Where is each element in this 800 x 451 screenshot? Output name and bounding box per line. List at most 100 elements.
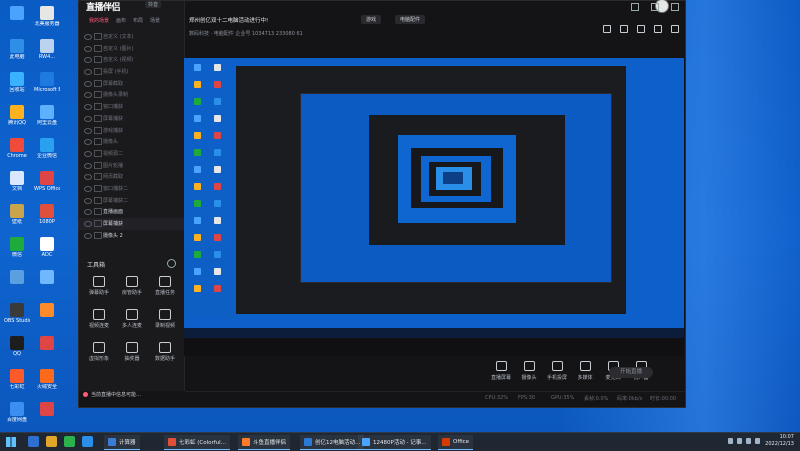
eye-icon[interactable] xyxy=(84,174,92,181)
desktop-icon[interactable] xyxy=(34,303,60,318)
desktop-icon[interactable]: 北美服务器 xyxy=(34,6,60,27)
scene-item[interactable]: 图片轮播 xyxy=(79,160,184,172)
tool-chat[interactable]: 弹幕助手 xyxy=(83,276,115,296)
eye-icon[interactable] xyxy=(84,221,92,227)
eye-icon[interactable] xyxy=(84,127,92,134)
scene-item[interactable]: 摄像头 xyxy=(79,136,184,148)
desktop-icon[interactable]: Microsoft Edge xyxy=(34,72,60,93)
tool-task[interactable]: 直播任务 xyxy=(149,276,181,296)
taskbar-edge-icon[interactable] xyxy=(82,436,93,447)
tool-avatar[interactable]: 虚拟形象 xyxy=(83,342,115,362)
eye-icon[interactable] xyxy=(84,185,92,192)
desktop-icon[interactable]: ADC xyxy=(34,237,60,258)
eye-icon[interactable] xyxy=(84,209,92,216)
scene-item[interactable]: 自定义 (图片) xyxy=(79,43,184,55)
desktop-icon[interactable]: 壁纸 xyxy=(4,204,30,225)
tool-group[interactable]: 多人连麦 xyxy=(116,309,148,329)
tab-my-scenes[interactable]: 我的场景 xyxy=(89,17,109,27)
desktop-icon[interactable]: 七彩虹 xyxy=(4,369,30,390)
scene-item[interactable]: 屏幕截取 xyxy=(79,78,184,90)
taskbar-app[interactable]: Office xyxy=(438,435,474,450)
scene-item[interactable]: 屏幕捕获二 xyxy=(79,195,184,207)
desktop-icon[interactable]: RW4... xyxy=(34,39,60,60)
maximize-icon[interactable] xyxy=(651,3,659,11)
desktop-icon[interactable] xyxy=(34,336,60,351)
tool-gift[interactable]: 抽奖器 xyxy=(116,342,148,362)
desktop-icon[interactable] xyxy=(34,270,60,285)
eye-icon[interactable] xyxy=(84,34,92,40)
tray-ime-icon[interactable] xyxy=(746,438,751,444)
scene-item[interactable]: 视频源二 xyxy=(79,148,184,160)
category-chip[interactable]: 游戏 xyxy=(361,15,382,24)
subcategory-chip[interactable]: 电脑配件 xyxy=(395,15,426,24)
tab-layout[interactable]: 布局 xyxy=(133,17,143,27)
tray-network-icon[interactable] xyxy=(728,438,733,444)
eye-icon[interactable] xyxy=(84,92,92,99)
toolbox-settings-icon[interactable] xyxy=(167,259,176,268)
windows-start-icon[interactable] xyxy=(6,437,16,447)
scene-item[interactable]: 窗口捕获 xyxy=(79,101,184,113)
desktop-icon[interactable]: Chrome xyxy=(4,138,30,159)
taskbar-app[interactable]: 计算器 xyxy=(104,435,140,450)
platform-badge[interactable]: 抖音 xyxy=(145,1,162,8)
taskbar-app[interactable]: 创亿12电脑活动... xyxy=(300,435,365,450)
desktop-icon[interactable] xyxy=(4,270,30,285)
desktop-icon[interactable]: QQ xyxy=(4,336,30,357)
taskbar-app[interactable]: 斗鱼直播伴侣 xyxy=(238,435,291,450)
scene-item[interactable]: 摄像头录制 xyxy=(79,89,184,101)
start-live-button[interactable]: 开始直播 xyxy=(609,367,653,378)
scene-item[interactable]: 游戏捕获 xyxy=(79,125,184,137)
tray-notify-icon[interactable] xyxy=(755,438,760,444)
desktop-icon[interactable] xyxy=(34,402,60,417)
stream-title[interactable]: 郑州创亿双十二电脑活动进行中! xyxy=(189,16,268,24)
desktop-icon[interactable]: 1080P xyxy=(34,204,60,225)
desktop-icon[interactable]: WPS Office xyxy=(34,171,60,192)
desktop-icon[interactable]: 腾讯QQ xyxy=(4,105,30,126)
tool-data[interactable]: 数据助手 xyxy=(149,342,181,362)
eye-icon[interactable] xyxy=(84,139,92,146)
expand-icon[interactable] xyxy=(671,25,679,33)
share-icon[interactable] xyxy=(603,25,611,33)
taskbar-files-icon[interactable] xyxy=(46,436,57,447)
desktop-icon[interactable]: 此电脑 xyxy=(4,39,30,60)
desktop-icon[interactable]: 百度网盘 xyxy=(4,402,30,423)
lock-icon[interactable] xyxy=(620,25,628,33)
bell-icon[interactable] xyxy=(654,25,662,33)
close-icon[interactable] xyxy=(671,3,679,11)
desktop-icon[interactable]: 火绒安全 xyxy=(34,369,60,390)
desktop-icon[interactable]: 阿里云盘 xyxy=(34,105,60,126)
settings-icon[interactable] xyxy=(637,25,645,33)
eye-icon[interactable] xyxy=(84,232,92,239)
eye-icon[interactable] xyxy=(84,69,92,76)
stream-preview[interactable] xyxy=(184,58,684,356)
scene-item[interactable]: 自定义 (文本) xyxy=(79,31,184,43)
eye-icon[interactable] xyxy=(84,80,92,87)
scene-item[interactable]: 摄像头 2 xyxy=(79,230,184,242)
tab-canvas[interactable]: 画布 xyxy=(116,17,126,27)
taskbar-app[interactable]: 七彩虹 (Colorful... xyxy=(164,435,230,450)
scene-item[interactable]: 网页截取 xyxy=(79,171,184,183)
desktop-icon[interactable]: 微信 xyxy=(4,237,30,258)
scene-item[interactable]: 屏幕捕获 xyxy=(79,218,184,230)
minimize-icon[interactable] xyxy=(631,3,639,11)
scene-item[interactable]: 投屏 (手机) xyxy=(79,66,184,78)
tray-volume-icon[interactable] xyxy=(737,438,742,444)
scene-item[interactable]: 直播画面 xyxy=(79,206,184,218)
scene-item[interactable]: 屏幕捕获 xyxy=(79,113,184,125)
eye-icon[interactable] xyxy=(84,57,92,64)
tab-scene[interactable]: 场景 xyxy=(150,17,160,27)
eye-icon[interactable] xyxy=(84,115,92,122)
desktop-icon[interactable]: 回收站 xyxy=(4,72,30,93)
tool-record[interactable]: 录制视频 xyxy=(149,309,181,329)
desktop-icon[interactable]: 企业微信 xyxy=(34,138,60,159)
scene-item[interactable]: 自定义 (视频) xyxy=(79,54,184,66)
desktop-icon[interactable]: 文档 xyxy=(4,171,30,192)
eye-icon[interactable] xyxy=(84,162,92,169)
eye-icon[interactable] xyxy=(84,150,92,157)
desktop-icon[interactable] xyxy=(4,6,30,21)
taskbar-app[interactable]: 12480P活动 - 记事... xyxy=(358,435,431,450)
eye-icon[interactable] xyxy=(84,45,92,52)
eye-icon[interactable] xyxy=(84,104,92,111)
eye-icon[interactable] xyxy=(84,197,92,204)
desktop-icon[interactable]: OBS Studio xyxy=(4,303,30,324)
